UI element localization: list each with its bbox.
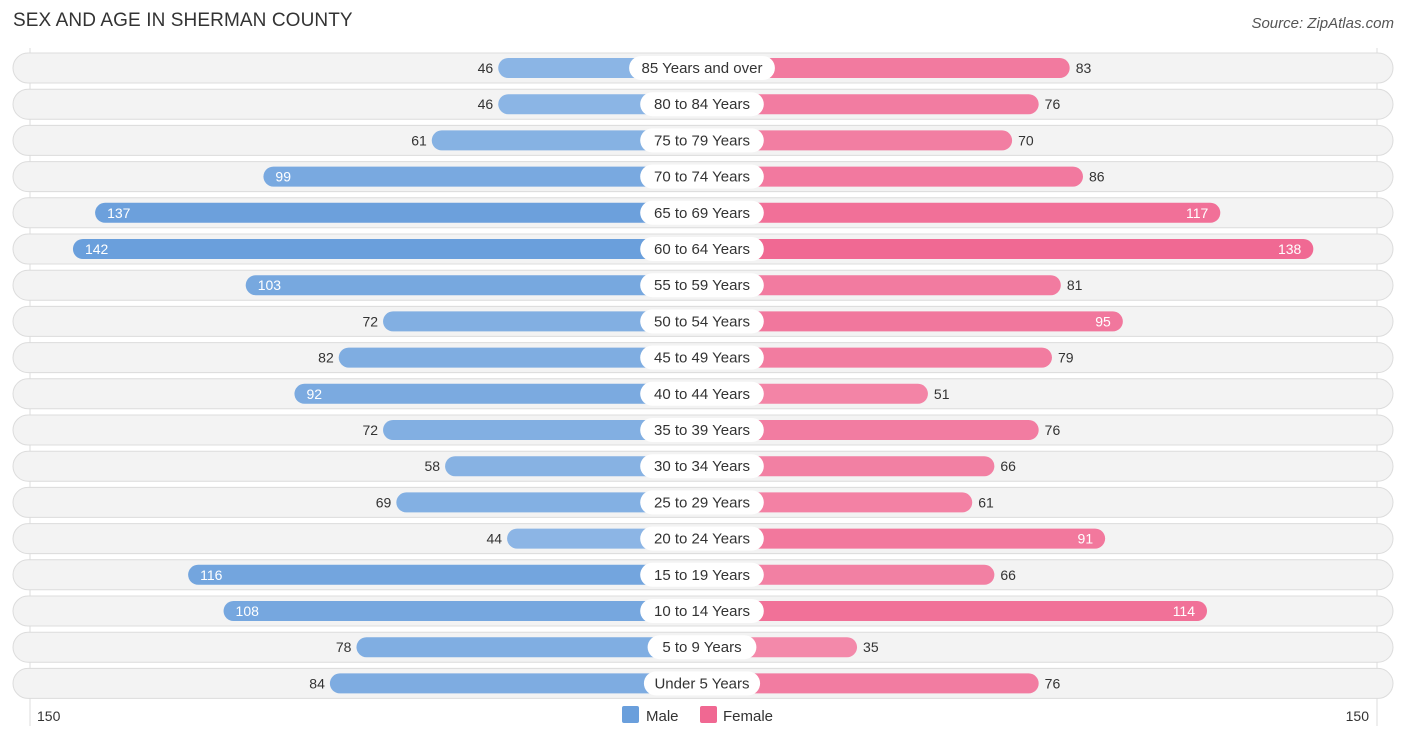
chart-row: 99 86 70 to 74 Years xyxy=(12,161,1394,193)
axis-label-left: 150 xyxy=(37,708,61,724)
category-label: 15 to 19 Years xyxy=(654,567,750,584)
value-label-male: 103 xyxy=(258,277,282,293)
value-label-female: 138 xyxy=(1278,241,1302,257)
category-label: 85 Years and over xyxy=(642,60,763,77)
legend-label-female: Female xyxy=(723,708,773,725)
value-label-male: 44 xyxy=(487,531,503,547)
category-label: 60 to 64 Years xyxy=(654,241,750,258)
axis-label-right: 150 xyxy=(1346,708,1370,724)
value-label-male: 69 xyxy=(376,494,392,510)
category-label: 70 to 74 Years xyxy=(654,169,750,186)
value-label-male: 108 xyxy=(236,603,260,619)
value-label-male: 78 xyxy=(336,639,352,655)
value-label-female: 35 xyxy=(863,639,879,655)
population-pyramid-chart: 46 83 85 Years and over 46 76 80 to 84 Years 6… xyxy=(12,48,1394,726)
value-label-male: 72 xyxy=(362,422,378,438)
bar-male[interactable] xyxy=(95,202,703,223)
value-label-female: 79 xyxy=(1058,350,1074,366)
value-label-male: 99 xyxy=(275,169,291,185)
value-label-male: 46 xyxy=(478,60,494,76)
chart-row: 46 83 85 Years and over xyxy=(12,52,1394,84)
category-label: 80 to 84 Years xyxy=(654,96,750,113)
category-label: 40 to 44 Years xyxy=(654,386,750,403)
legend-swatch-female xyxy=(700,706,717,723)
category-label: 30 to 34 Years xyxy=(654,458,750,475)
chart-row: 108 114 10 to 14 Years xyxy=(12,595,1394,627)
bar-female[interactable] xyxy=(702,202,1221,223)
bar-male[interactable] xyxy=(223,601,702,621)
legend-label-male: Male xyxy=(646,708,679,725)
chart-row: 84 76 Under 5 Years xyxy=(12,667,1394,699)
value-label-female: 91 xyxy=(1078,531,1094,547)
category-label: 50 to 54 Years xyxy=(654,313,750,330)
chart-row: 58 66 30 to 34 Years xyxy=(12,450,1394,482)
value-label-female: 117 xyxy=(1186,205,1209,221)
value-label-female: 114 xyxy=(1173,603,1196,619)
chart-row: 78 35 5 to 9 Years xyxy=(12,631,1394,663)
category-label: 35 to 39 Years xyxy=(654,422,750,439)
category-label: 45 to 49 Years xyxy=(654,350,750,367)
chart-row: 72 76 35 to 39 Years xyxy=(12,414,1394,446)
value-label-male: 137 xyxy=(107,205,131,221)
category-label: 75 to 79 Years xyxy=(654,132,750,149)
value-label-female: 95 xyxy=(1095,313,1111,329)
value-label-male: 84 xyxy=(309,675,325,691)
bar-female[interactable] xyxy=(702,601,1208,621)
chart-row: 44 91 20 to 24 Years xyxy=(12,523,1394,555)
bar-male[interactable] xyxy=(245,275,702,296)
legend: Male Female xyxy=(622,706,773,725)
value-label-male: 61 xyxy=(411,132,427,148)
value-label-female: 81 xyxy=(1067,277,1083,293)
value-label-male: 142 xyxy=(85,241,109,257)
category-label: 10 to 14 Years xyxy=(654,603,750,620)
value-label-female: 83 xyxy=(1076,60,1092,76)
chart-row: 61 70 75 to 79 Years xyxy=(12,124,1394,156)
bar-male[interactable] xyxy=(188,564,702,585)
value-label-female: 51 xyxy=(934,386,950,402)
chart-row: 137 117 65 to 69 Years xyxy=(12,197,1394,229)
category-label: 25 to 29 Years xyxy=(654,494,750,511)
chart-row: 46 76 80 to 84 Years xyxy=(12,88,1394,120)
bar-female[interactable] xyxy=(702,311,1123,332)
value-label-male: 72 xyxy=(362,313,378,329)
value-label-female: 61 xyxy=(978,494,994,510)
value-label-male: 92 xyxy=(306,386,322,402)
chart-row: 116 66 15 to 19 Years xyxy=(12,559,1394,591)
chart-row: 72 95 50 to 54 Years xyxy=(12,305,1394,337)
value-label-male: 46 xyxy=(478,96,494,112)
chart-row: 92 51 40 to 44 Years xyxy=(12,378,1394,410)
value-label-female: 66 xyxy=(1000,567,1016,583)
chart-row: 69 61 25 to 29 Years xyxy=(12,486,1394,518)
value-label-female: 66 xyxy=(1000,458,1016,474)
category-label: Under 5 Years xyxy=(654,675,749,692)
chart-row: 142 138 60 to 64 Years xyxy=(12,233,1394,265)
bar-male[interactable] xyxy=(72,239,702,259)
category-label: 20 to 24 Years xyxy=(654,531,750,548)
value-label-female: 76 xyxy=(1045,422,1061,438)
value-label-female: 76 xyxy=(1045,96,1061,112)
value-label-female: 76 xyxy=(1045,675,1061,691)
legend-swatch-male xyxy=(622,706,639,723)
chart-row: 103 81 55 to 59 Years xyxy=(12,269,1394,301)
category-label: 55 to 59 Years xyxy=(654,277,750,294)
bar-female[interactable] xyxy=(702,239,1314,259)
value-label-male: 58 xyxy=(424,458,440,474)
chart-row: 82 79 45 to 49 Years xyxy=(12,342,1394,374)
value-label-male: 116 xyxy=(200,567,223,583)
value-label-male: 82 xyxy=(318,350,334,366)
category-label: 5 to 9 Years xyxy=(662,639,741,656)
bar-male[interactable] xyxy=(263,166,702,187)
value-label-female: 70 xyxy=(1018,132,1034,148)
category-label: 65 to 69 Years xyxy=(654,205,750,222)
value-label-female: 86 xyxy=(1089,169,1105,185)
